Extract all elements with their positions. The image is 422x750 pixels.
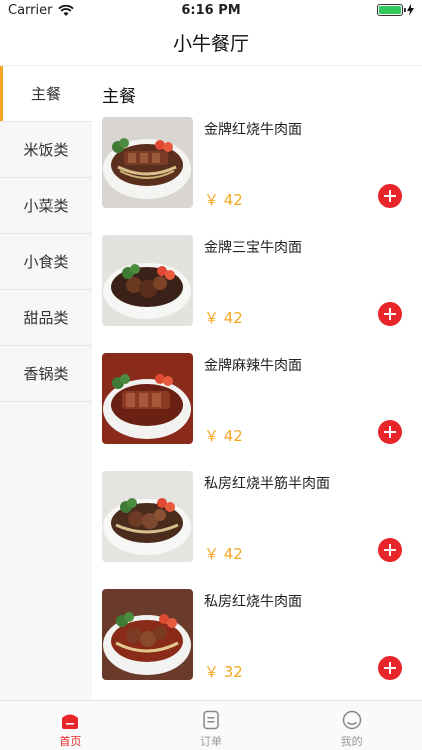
tab-profile[interactable]: 我的 — [281, 701, 422, 750]
category-sidebar: 主餐 米饭类 小菜类 小食类 甜品类 香锅类 — [0, 66, 92, 700]
battery-icon — [377, 4, 406, 16]
sidebar-item-rice[interactable]: 米饭类 — [0, 122, 92, 178]
dish-image — [102, 589, 193, 680]
sidebar-item-label: 米饭类 — [23, 141, 69, 159]
add-to-cart-button[interactable] — [378, 302, 402, 326]
dish-name: 金牌三宝牛肉面 — [204, 240, 302, 256]
order-icon — [203, 710, 219, 730]
dish-image — [102, 471, 193, 562]
dish-item[interactable]: 金牌三宝牛肉面 ￥ 42 — [92, 235, 422, 353]
sidebar-item-label: 甜品类 — [23, 309, 69, 327]
dish-item[interactable]: 金牌麻辣牛肉面 ￥ 42 — [92, 353, 422, 471]
dish-name: 私房红烧牛肉面 — [204, 594, 302, 610]
sidebar-item-label: 主餐 — [30, 85, 61, 103]
dish-list[interactable]: 主餐 金牌红烧牛肉面 ￥ 42 金牌三宝牛肉面 ￥ 42 金牌麻辣牛肉面 ￥ 4… — [92, 66, 422, 700]
status-bar: Carrier 6:16 PM — [0, 0, 422, 22]
dish-item[interactable]: 金牌红烧牛肉面 ￥ 42 — [92, 117, 422, 235]
dish-name: 金牌红烧牛肉面 — [204, 122, 302, 138]
dish-price: ￥ 42 — [204, 191, 243, 209]
profile-icon — [342, 710, 361, 730]
status-time: 6:16 PM — [181, 3, 241, 18]
sidebar-item-desserts[interactable]: 甜品类 — [0, 290, 92, 346]
dish-item[interactable]: 私房红烧牛肉面 ￥ 32 — [92, 589, 422, 700]
sidebar-item-side-dishes[interactable]: 小菜类 — [0, 178, 92, 234]
add-to-cart-button[interactable] — [378, 656, 402, 680]
status-right — [377, 4, 414, 16]
sidebar-item-label: 小菜类 — [23, 197, 69, 215]
dish-price: ￥ 32 — [204, 663, 243, 681]
dish-name: 私房红烧半筋半肉面 — [204, 476, 330, 492]
section-title: 主餐 — [102, 87, 136, 107]
dish-price: ￥ 42 — [204, 427, 243, 445]
dish-name: 金牌麻辣牛肉面 — [204, 358, 302, 374]
charging-bolt-icon — [407, 4, 414, 16]
add-to-cart-button[interactable] — [378, 538, 402, 562]
tab-label: 首页 — [59, 735, 82, 748]
tab-label: 我的 — [340, 735, 363, 748]
add-to-cart-button[interactable] — [378, 184, 402, 208]
sidebar-item-snacks[interactable]: 小食类 — [0, 234, 92, 290]
tab-orders[interactable]: 订单 — [141, 701, 282, 750]
dish-image — [102, 353, 193, 444]
dish-price: ￥ 42 — [204, 545, 243, 563]
sidebar-item-label: 香锅类 — [23, 365, 69, 383]
tab-label: 订单 — [200, 735, 222, 748]
sidebar-item-hotpot[interactable]: 香锅类 — [0, 346, 92, 402]
nav-title: 小牛餐厅 — [172, 33, 249, 55]
dish-image — [102, 235, 193, 326]
sidebar-item-main[interactable]: 主餐 — [0, 66, 92, 122]
sidebar-item-label: 小食类 — [23, 253, 69, 271]
dish-item[interactable]: 私房红烧半筋半肉面 ￥ 42 — [92, 471, 422, 589]
nav-bar: 小牛餐厅 — [0, 22, 422, 66]
add-to-cart-button[interactable] — [378, 420, 402, 444]
tab-home[interactable]: 首页 — [0, 701, 141, 750]
dish-price: ￥ 42 — [204, 309, 243, 327]
dish-image — [102, 117, 193, 208]
home-icon — [62, 714, 79, 729]
tab-bar: 首页 订单 我的 — [0, 700, 422, 750]
